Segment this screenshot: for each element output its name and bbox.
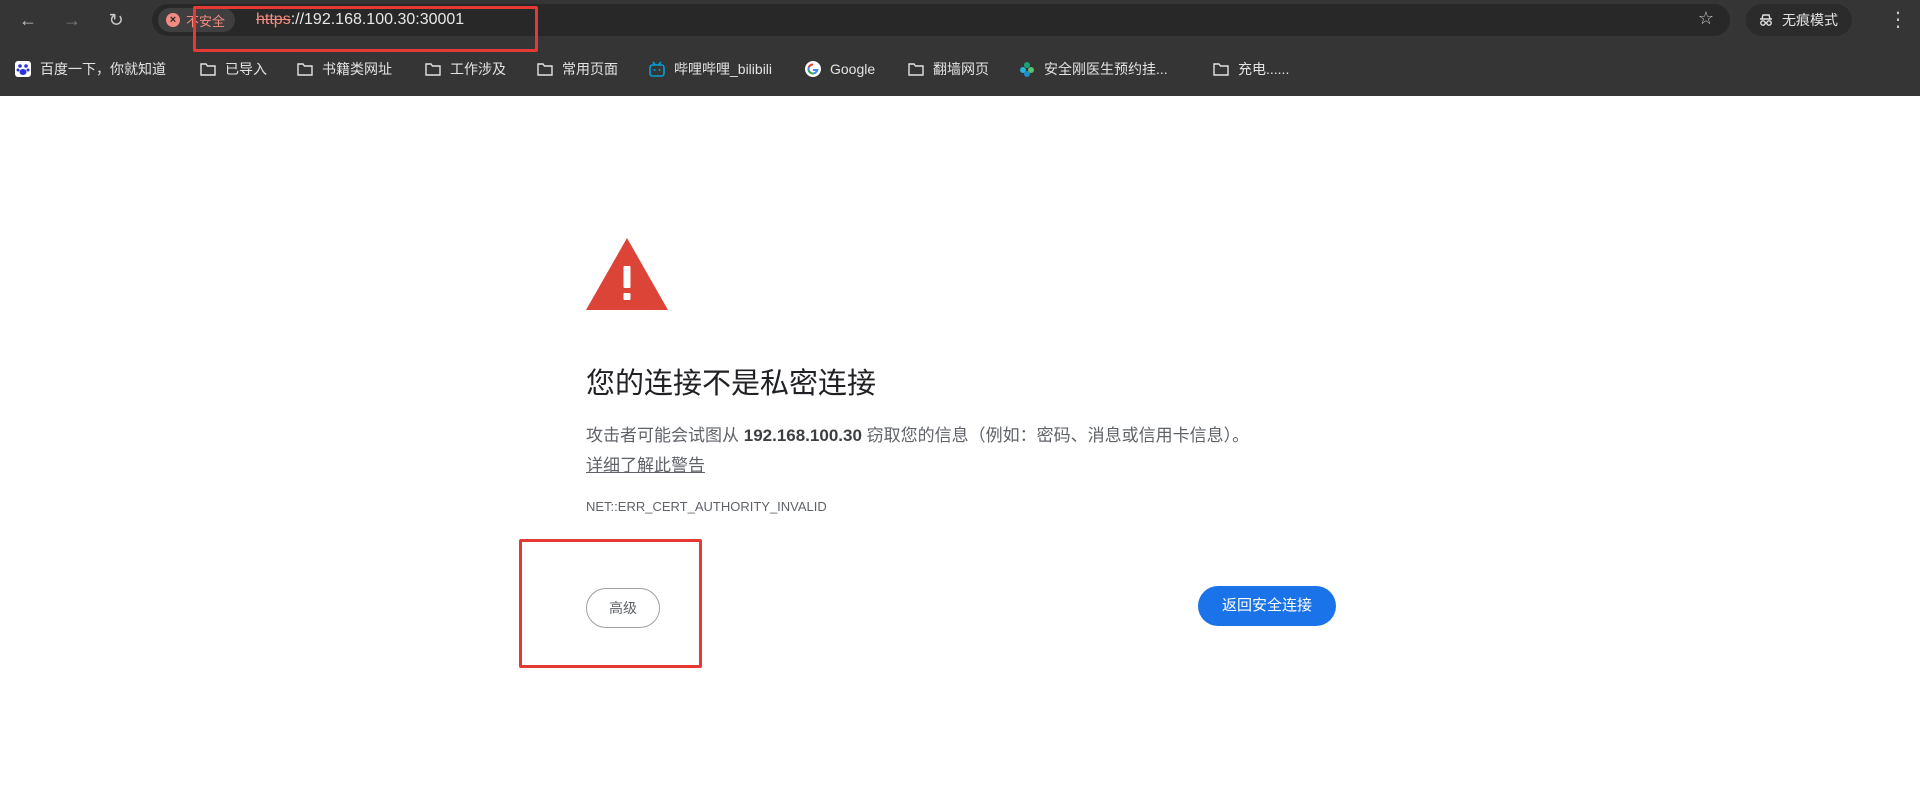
annotation-box-url — [193, 6, 538, 52]
learn-more-link[interactable]: 详细了解此警告 — [586, 451, 705, 476]
google-icon — [805, 61, 821, 77]
bookmark-label: 百度一下，你就知道 — [40, 61, 166, 77]
more-menu-icon[interactable]: ⋮ — [1888, 6, 1908, 34]
bookmark-label: 书籍类网址 — [322, 61, 392, 77]
bookmark-star-icon[interactable]: ☆ — [1698, 8, 1714, 29]
bookmark-label: 哔哩哔哩_bilibili — [674, 61, 773, 77]
page-title: 您的连接不是私密连接 — [586, 368, 877, 400]
bookmark-bilibili[interactable]: 哔哩哔哩_bilibili — [648, 58, 772, 80]
bookmark-google[interactable]: Google — [804, 58, 875, 80]
incognito-badge[interactable]: 无痕模式 — [1746, 4, 1852, 36]
medical-icon — [1020, 62, 1034, 77]
back-arrow-icon[interactable]: ← — [14, 6, 42, 34]
annotation-box-advanced — [519, 539, 702, 668]
bilibili-icon — [649, 61, 665, 77]
bookmark-folder-work[interactable]: 工作涉及 — [424, 58, 506, 80]
warning-triangle-icon — [586, 238, 668, 310]
bookmark-label: 安全刚医生预约挂... — [1044, 61, 1168, 77]
bookmark-folder-imported[interactable]: 已导入 — [199, 58, 267, 80]
bookmark-baidu[interactable]: 百度一下，你就知道 — [14, 58, 166, 80]
error-code: NET::ERR_CERT_AUTHORITY_INVALID — [586, 499, 827, 514]
desc-host: 192.168.100.30 — [743, 426, 862, 445]
bookmark-folder-charge[interactable]: 充电...... — [1212, 58, 1289, 80]
incognito-label: 无痕模式 — [1782, 12, 1838, 28]
folder-icon — [425, 63, 441, 76]
folder-icon — [1213, 63, 1229, 76]
bookmark-label: 翻墙网页 — [933, 61, 989, 77]
not-secure-icon: × — [166, 13, 180, 27]
folder-icon — [200, 63, 216, 76]
incognito-icon — [1760, 14, 1772, 26]
folder-icon — [908, 63, 924, 76]
bookmark-label: 工作涉及 — [450, 61, 506, 77]
folder-icon — [537, 63, 553, 76]
bookmark-folder-vpn[interactable]: 翻墙网页 — [907, 58, 989, 80]
warning-description: 攻击者可能会试图从 192.168.100.30 窃取您的信息（例如：密码、消息… — [586, 421, 1249, 446]
bookmark-folder-books[interactable]: 书籍类网址 — [296, 58, 392, 80]
folder-icon — [297, 63, 313, 76]
bookmark-label: 已导入 — [225, 61, 267, 77]
bookmark-folder-common[interactable]: 常用页面 — [536, 58, 618, 80]
desc-suffix: 窃取您的信息（例如：密码、消息或信用卡信息）。 — [861, 426, 1250, 445]
bookmark-label: 常用页面 — [562, 61, 618, 77]
bookmark-medical[interactable]: 安全刚医生预约挂... — [1018, 58, 1168, 80]
bookmark-label: Google — [830, 61, 876, 77]
baidu-icon — [15, 61, 31, 77]
back-to-safety-button[interactable]: 返回安全连接 — [1198, 586, 1336, 626]
desc-prefix: 攻击者可能会试图从 — [586, 426, 744, 445]
forward-arrow-icon[interactable]: → — [58, 6, 86, 34]
bookmark-label: 充电...... — [1238, 61, 1290, 77]
reload-icon[interactable]: ↻ — [102, 6, 130, 34]
